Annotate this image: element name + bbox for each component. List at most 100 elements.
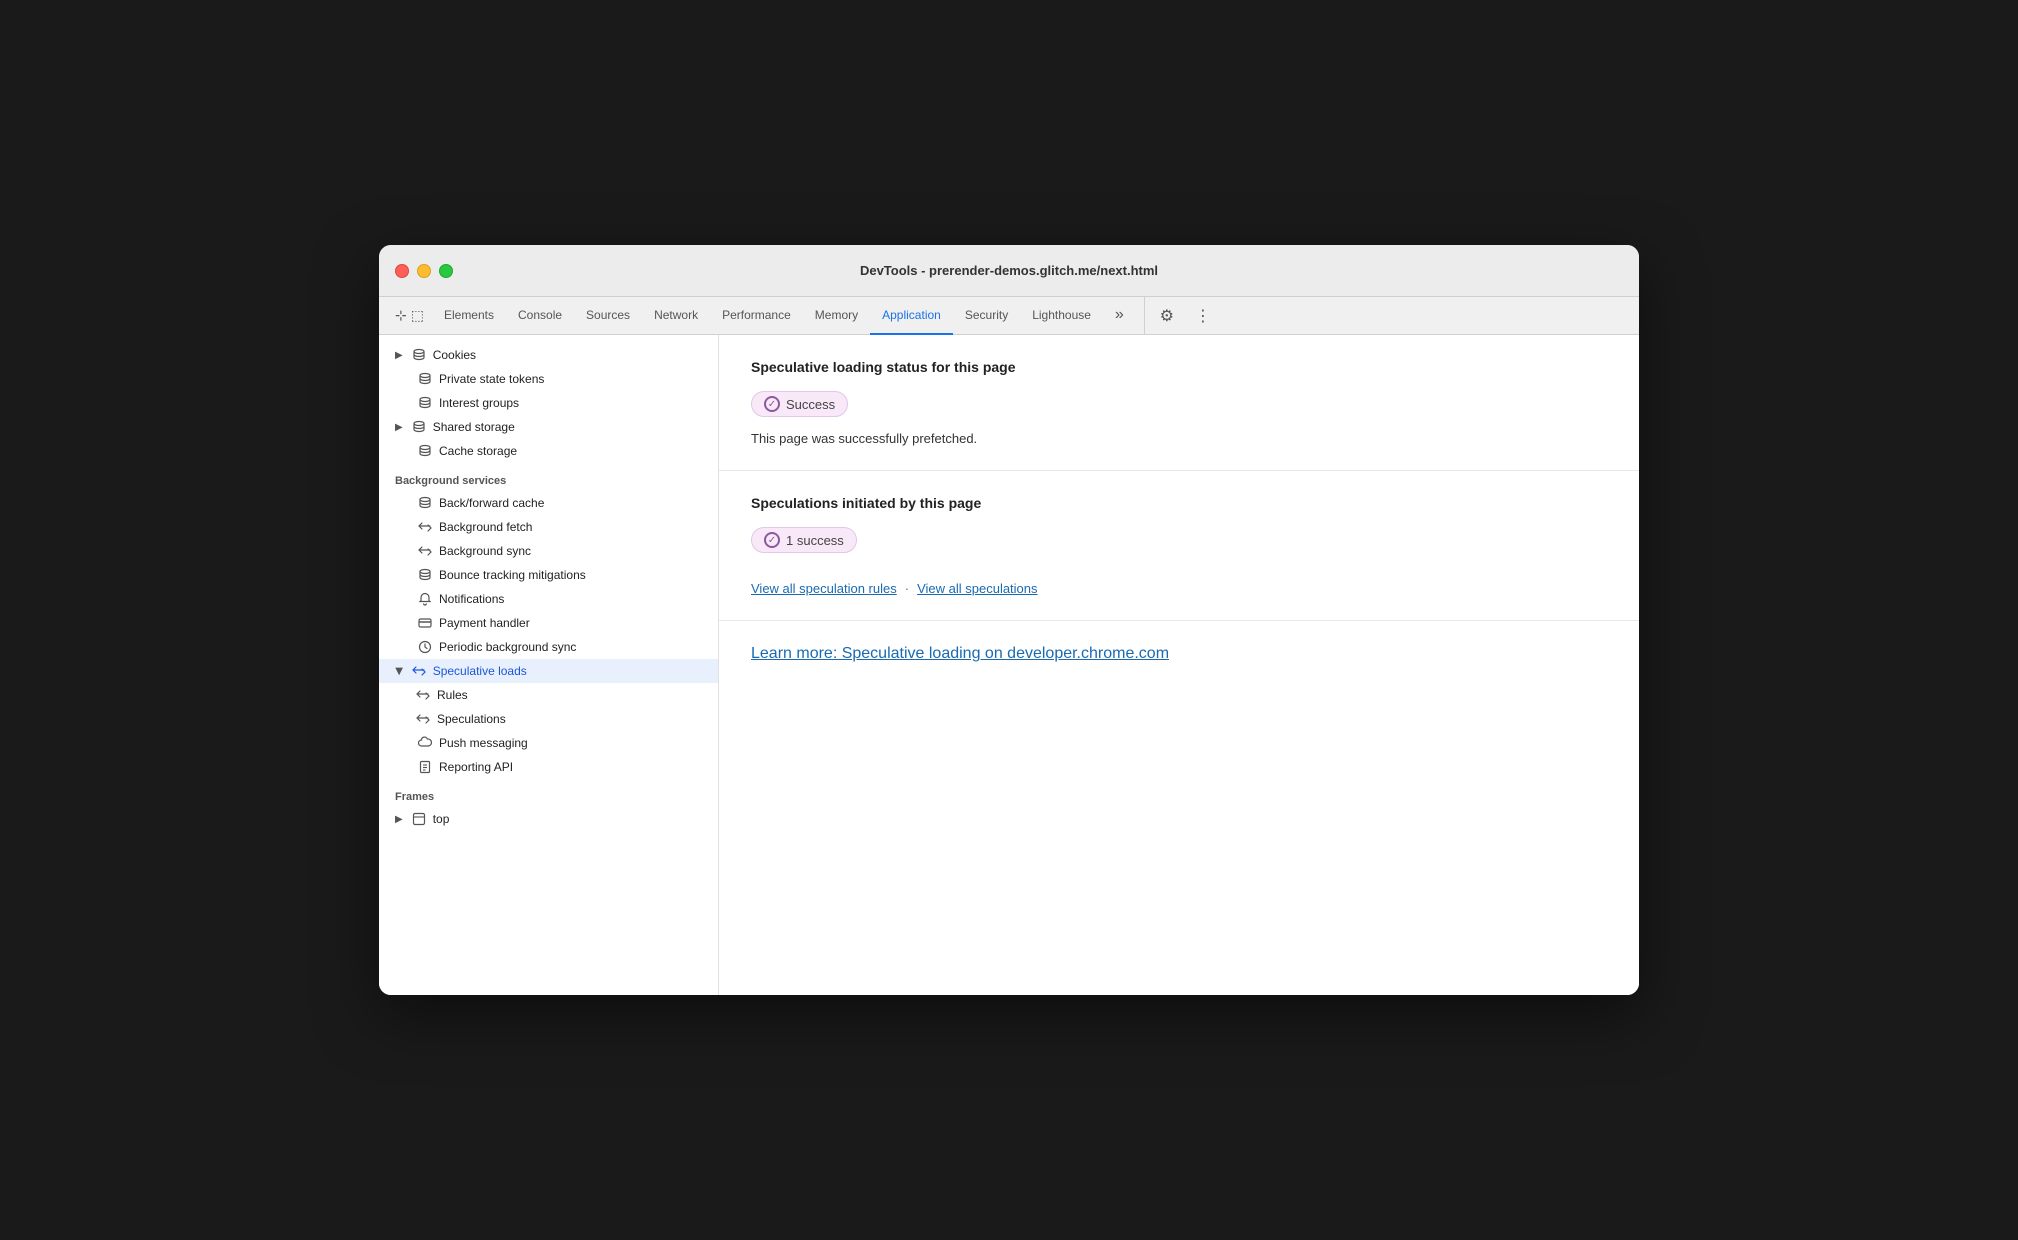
tab-network-label: Network xyxy=(654,308,698,322)
tabbar: ⊹ ⬚ Elements Console Sources Network Per… xyxy=(379,297,1639,335)
content-panel: Speculative loading status for this page… xyxy=(719,335,1639,995)
settings-button[interactable]: ⚙ xyxy=(1153,302,1181,330)
titlebar: DevTools - prerender-demos.glitch.me/nex… xyxy=(379,245,1639,297)
speculation-links-row: View all speculation rules · View all sp… xyxy=(751,581,1607,596)
sidebar-item-background-fetch-label: Background fetch xyxy=(439,520,532,534)
sidebar-item-background-fetch[interactable]: Background fetch xyxy=(379,515,718,539)
clock-icon xyxy=(417,639,433,655)
view-all-speculations-link[interactable]: View all speculations xyxy=(917,581,1037,596)
sidebar-item-interest-groups[interactable]: Interest groups xyxy=(379,391,718,415)
tab-inspector-icon[interactable]: ⊹ ⬚ xyxy=(387,297,432,335)
sidebar-item-background-sync-label: Background sync xyxy=(439,544,531,558)
sidebar-item-payment-handler[interactable]: Payment handler xyxy=(379,611,718,635)
tab-more[interactable]: » xyxy=(1103,297,1136,335)
sync-icon xyxy=(417,543,433,559)
toolbar-right: ⚙ ⋮ xyxy=(1144,297,1225,334)
learn-more-link[interactable]: Learn more: Speculative loading on devel… xyxy=(751,645,1169,662)
database-icon-6 xyxy=(417,495,433,511)
tab-memory-label: Memory xyxy=(815,308,858,322)
one-success-badge-label: 1 success xyxy=(786,533,844,548)
chevron-right-icon: ▶ xyxy=(395,350,403,361)
database-icon-4 xyxy=(411,419,427,435)
sidebar-item-background-sync[interactable]: Background sync xyxy=(379,539,718,563)
database-icon xyxy=(411,347,427,363)
success-badge-label: Success xyxy=(786,397,835,412)
more-options-button[interactable]: ⋮ xyxy=(1189,302,1217,330)
card-icon xyxy=(417,615,433,631)
sidebar-item-cookies[interactable]: ▶ Cookies xyxy=(379,343,718,367)
sidebar-item-notifications-label: Notifications xyxy=(439,592,504,606)
learn-more-section: Learn more: Speculative loading on devel… xyxy=(719,621,1639,687)
sidebar-item-speculations[interactable]: Speculations xyxy=(379,707,718,731)
chevron-down-icon: ▶ xyxy=(393,667,404,675)
sidebar-item-push-messaging[interactable]: Push messaging xyxy=(379,731,718,755)
tab-network[interactable]: Network xyxy=(642,297,710,335)
cloud-icon xyxy=(417,735,433,751)
bell-icon xyxy=(417,591,433,607)
tab-lighthouse[interactable]: Lighthouse xyxy=(1020,297,1103,335)
sidebar-item-rules[interactable]: Rules xyxy=(379,683,718,707)
view-all-speculation-rules-link[interactable]: View all speculation rules xyxy=(751,581,897,596)
close-button[interactable] xyxy=(395,264,409,278)
sidebar-item-shared-storage[interactable]: ▶ Shared storage xyxy=(379,415,718,439)
one-success-checkmark-icon: ✓ xyxy=(764,532,780,548)
arrows-icon xyxy=(417,519,433,535)
sidebar-item-reporting-api[interactable]: Reporting API xyxy=(379,755,718,779)
sidebar-item-speculations-label: Speculations xyxy=(437,712,506,726)
sidebar-item-cache-storage-label: Cache storage xyxy=(439,444,517,458)
sidebar-item-periodic-background-sync-label: Periodic background sync xyxy=(439,640,576,654)
tab-sources-label: Sources xyxy=(586,308,630,322)
sidebar-section-frames: Frames xyxy=(379,779,718,807)
chevron-right-icon-3: ▶ xyxy=(395,814,403,825)
device-icon: ⬚ xyxy=(411,307,424,324)
tab-security-label: Security xyxy=(965,308,1008,322)
main-layout: ▶ Cookies xyxy=(379,335,1639,995)
tab-memory[interactable]: Memory xyxy=(803,297,870,335)
sidebar-item-top-frame[interactable]: ▶ top xyxy=(379,807,718,831)
sidebar-item-speculative-loads[interactable]: ▶ Speculative loads xyxy=(379,659,718,683)
tab-console-label: Console xyxy=(518,308,562,322)
tab-lighthouse-label: Lighthouse xyxy=(1032,308,1091,322)
sidebar-item-private-state-tokens[interactable]: Private state tokens xyxy=(379,367,718,391)
rules-icon xyxy=(415,687,431,703)
tab-performance[interactable]: Performance xyxy=(710,297,803,335)
tab-elements[interactable]: Elements xyxy=(432,297,506,335)
window-title: DevTools - prerender-demos.glitch.me/nex… xyxy=(860,263,1158,278)
tab-console[interactable]: Console xyxy=(506,297,574,335)
sidebar-item-back-forward-cache[interactable]: Back/forward cache xyxy=(379,491,718,515)
sidebar-item-notifications[interactable]: Notifications xyxy=(379,587,718,611)
speculations-icon xyxy=(415,711,431,727)
database-icon-2 xyxy=(417,371,433,387)
sidebar: ▶ Cookies xyxy=(379,335,719,995)
sidebar-item-periodic-background-sync[interactable]: Periodic background sync xyxy=(379,635,718,659)
minimize-button[interactable] xyxy=(417,264,431,278)
tab-application-label: Application xyxy=(882,308,941,322)
sidebar-item-bounce-tracking[interactable]: Bounce tracking mitigations xyxy=(379,563,718,587)
database-icon-7 xyxy=(417,567,433,583)
database-icon-5 xyxy=(417,443,433,459)
speculative-loading-description: This page was successfully prefetched. xyxy=(751,431,1607,446)
sidebar-item-shared-storage-label: Shared storage xyxy=(433,420,515,434)
speculative-loading-status-section: Speculative loading status for this page… xyxy=(719,335,1639,471)
tab-elements-label: Elements xyxy=(444,308,494,322)
speculative-loading-title: Speculative loading status for this page xyxy=(751,359,1607,375)
sidebar-section-background: Background services xyxy=(379,463,718,491)
document-icon xyxy=(417,759,433,775)
link-separator: · xyxy=(905,581,909,596)
one-success-badge: ✓ 1 success xyxy=(751,527,857,553)
database-icon-3 xyxy=(417,395,433,411)
sidebar-item-private-state-tokens-label: Private state tokens xyxy=(439,372,544,386)
chevron-right-icon-2: ▶ xyxy=(395,422,403,433)
sidebar-item-cache-storage[interactable]: Cache storage xyxy=(379,439,718,463)
speculations-initiated-title: Speculations initiated by this page xyxy=(751,495,1607,511)
sidebar-item-interest-groups-label: Interest groups xyxy=(439,396,519,410)
traffic-lights xyxy=(395,264,453,278)
maximize-button[interactable] xyxy=(439,264,453,278)
tab-sources[interactable]: Sources xyxy=(574,297,642,335)
success-checkmark-icon: ✓ xyxy=(764,396,780,412)
sidebar-item-payment-handler-label: Payment handler xyxy=(439,616,530,630)
tab-application[interactable]: Application xyxy=(870,297,953,335)
sidebar-item-top-frame-label: top xyxy=(433,812,450,826)
tab-security[interactable]: Security xyxy=(953,297,1020,335)
sidebar-item-bounce-tracking-label: Bounce tracking mitigations xyxy=(439,568,586,582)
